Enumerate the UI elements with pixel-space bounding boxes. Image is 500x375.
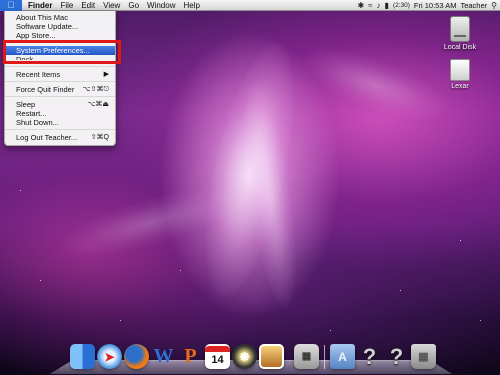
menu-separator [5,66,115,67]
sleep-label: Sleep [16,100,36,109]
menu-separator [5,129,115,130]
dock: ➤ W P 14 ❋ ▦ A ? ? ▦ [70,339,436,369]
powerpoint-icon[interactable]: P [178,344,203,369]
menu-about-this-mac[interactable]: About This Mac [5,13,115,22]
safari-icon[interactable]: ➤ [97,344,122,369]
question-mark-icon[interactable]: ? [384,344,409,369]
clock[interactable]: Fri 10:53 AM [414,0,457,11]
calendar-date: 14 [211,353,224,366]
dock-separator [324,345,325,369]
menu-help[interactable]: Help [179,0,203,11]
iphoto-icon[interactable] [259,344,284,369]
menu-force-quit[interactable]: Force Quit Finder ⌥⇧⌘⎋ [5,85,115,94]
ical-icon[interactable]: 14 [205,344,230,369]
menu-separator [5,96,115,97]
menu-window[interactable]: Window [143,0,179,11]
annotation-highlight-box [3,40,121,64]
wifi-icon[interactable]: ≈ [368,0,372,11]
calculator-icon[interactable]: ▦ [294,344,319,369]
recent-items-label: Recent Items [16,70,61,79]
sleep-shortcut: ⌥⌘⏏ [87,101,109,108]
desktop-icon-lexar[interactable]: Lexar [440,59,480,90]
volume-icon[interactable]: ♪ [377,0,381,11]
status-area: ✱ ≈ ♪ ▮ (2:30) Fri 10:53 AM Teacher ⚲ [357,0,497,11]
user-name[interactable]: Teacher [460,0,487,11]
log-out-label: Log Out Teacher... [16,133,78,142]
force-quit-label: Force Quit Finder [16,85,75,94]
apple-menu-button[interactable]:  [0,0,22,11]
apple-icon:  [8,0,15,11]
usb-drive-icon [450,59,470,81]
question-mark-icon[interactable]: ? [357,344,382,369]
menu-sleep[interactable]: Sleep ⌥⌘⏏ [5,100,115,109]
menu-restart[interactable]: Restart... [5,109,115,118]
battery-icon[interactable]: ▮ [385,0,389,11]
applications-folder-icon[interactable]: A [330,344,355,369]
word-icon[interactable]: W [151,344,176,369]
desktop-icon-local-disk[interactable]: Local Disk [440,16,480,51]
menu-software-update[interactable]: Software Update... [5,22,115,31]
menu-bar:  Finder File Edit View Go Window Help ✱… [0,0,500,11]
menu-file[interactable]: File [56,0,77,11]
hard-drive-icon [450,16,470,42]
menu-finder[interactable]: Finder [22,0,56,11]
menu-recent-items[interactable]: Recent Items ▶ [5,70,115,79]
dock-spacer [286,344,292,369]
battery-time[interactable]: (2:30) [393,0,410,11]
menu-app-store[interactable]: App Store... [5,31,115,40]
menu-separator [5,81,115,82]
aperture-icon[interactable]: ❋ [232,344,257,369]
force-quit-shortcut: ⌥⇧⌘⎋ [82,86,109,93]
menu-view[interactable]: View [99,0,124,11]
desktop-icon-label: Lexar [451,83,469,90]
desktop-icon-label: Local Disk [443,44,477,51]
apple-menu-dropdown: About This Mac Software Update... App St… [4,11,116,146]
bluetooth-icon[interactable]: ✱ [357,0,364,11]
trash-icon[interactable]: ▦ [411,344,436,369]
firefox-icon[interactable] [124,344,149,369]
menu-edit[interactable]: Edit [77,0,99,11]
finder-icon[interactable] [70,344,95,369]
log-out-shortcut: ⇧⌘Q [90,134,109,141]
menu-shut-down[interactable]: Shut Down... [5,118,115,127]
spotlight-icon[interactable]: ⚲ [491,0,497,11]
menu-go[interactable]: Go [124,0,143,11]
submenu-arrow-icon: ▶ [103,71,109,78]
menu-log-out[interactable]: Log Out Teacher... ⇧⌘Q [5,133,115,142]
